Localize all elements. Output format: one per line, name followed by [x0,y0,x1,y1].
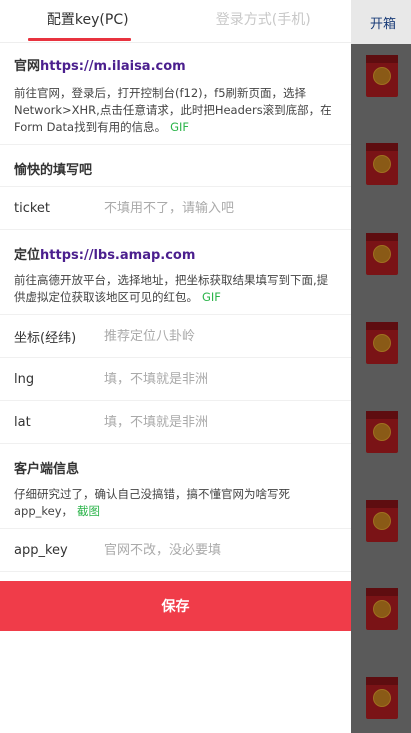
fill-section-heading: 愉快的填写吧 [0,145,351,187]
screenshot-link[interactable]: 截图 [77,504,100,518]
location-gif-link[interactable]: GIF [202,290,221,304]
location-title-prefix: 定位 [14,248,41,263]
coordinate-row: 坐标(经纬) [0,315,351,358]
red-envelope-icon [366,588,398,630]
save-button[interactable]: 保存 [0,581,351,631]
official-site-link[interactable]: https://m.ilaisa.com [40,59,186,74]
coordinate-input[interactable] [104,328,351,344]
red-envelope-icon [366,677,398,719]
lat-input[interactable] [104,414,351,430]
client-info-heading: 客户端信息 [14,462,80,477]
ticket-input[interactable] [104,200,351,216]
tab-config-key-pc[interactable]: 配置key(PC) [0,0,176,42]
ticket-row: ticket [0,187,351,230]
red-envelope-icon [366,233,398,275]
lng-row: lng [0,358,351,401]
red-envelope-icon [366,143,398,185]
amap-link[interactable]: https://lbs.amap.com [40,248,195,263]
red-envelope-icon [366,500,398,542]
client-desc-text: 仔细研究过了，确认自己没搞错，搞不懂官网为啥写死app_key， [14,487,290,518]
red-envelope-icon [366,411,398,453]
official-site-instructions: 前往官网，登录后，打开控制台(f12)，f5刷新页面，选择Network>XHR… [0,81,351,145]
app-key-input[interactable] [104,542,351,558]
location-instructions: 前往高德开放平台，选择地址，把坐标获取结果填写到下面,提供虚拟定位获取该地区可见… [0,268,351,315]
official-gif-link[interactable]: GIF [170,120,189,134]
config-drawer: 配置key(PC) 登录方式(手机) 官网https://m.ilaisa.co… [0,0,351,733]
coordinate-label: 坐标(经纬) [14,330,77,346]
app-key-label: app_key [14,542,68,558]
active-tab-indicator [28,38,131,41]
tab-login-method-mobile[interactable]: 登录方式(手机) [176,0,352,42]
official-site-heading: 官网https://m.ilaisa.com [0,43,351,81]
lat-row: lat [0,401,351,444]
ticket-label: ticket [14,200,51,216]
lng-input[interactable] [104,371,351,387]
red-envelope-icon [366,322,398,364]
background-open-box-link[interactable]: 开箱 [370,13,396,32]
lat-label: lat [14,414,31,430]
official-site-title-prefix: 官网 [14,59,41,74]
lng-label: lng [14,371,35,387]
red-envelope-icon [366,55,398,97]
client-info-instructions: 仔细研究过了，确认自己没搞错，搞不懂官网为啥写死app_key， 截图 [0,482,351,529]
app-key-row: app_key [0,529,351,572]
location-heading: 定位https://lbs.amap.com [0,230,351,268]
tab-bar: 配置key(PC) 登录方式(手机) [0,0,351,43]
location-desc-text: 前往高德开放平台，选择地址，把坐标获取结果填写到下面,提供虚拟定位获取该地区可见… [14,273,329,304]
